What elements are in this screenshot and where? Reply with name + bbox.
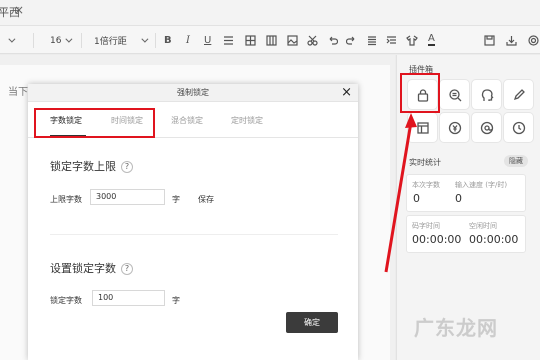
font-color-icon[interactable]: A: [428, 26, 435, 54]
word-stats-card: 本次字数 0 输入速度 (字/时) 0: [406, 174, 526, 212]
limit-words-label: 上限字数: [50, 195, 82, 204]
undo-icon[interactable]: [327, 26, 338, 54]
shirt-icon[interactable]: [406, 26, 418, 54]
head-icon[interactable]: [471, 79, 502, 110]
speed-value: 0: [455, 192, 462, 205]
word-limit-title: 锁定字数上限: [50, 160, 116, 173]
chevron-down-icon: [8, 35, 16, 43]
divider: [50, 234, 338, 235]
app-window: × 平西 16 1倍行距 B I U A 当下软件园 强制锁定 ×: [0, 0, 540, 360]
set-lock-title: 设置锁定字数: [50, 262, 116, 275]
table-icon[interactable]: [245, 26, 256, 54]
dialog-title: 强制锁定: [177, 88, 209, 97]
limit-words-unit: 字: [172, 195, 180, 204]
help-icon[interactable]: ?: [121, 161, 133, 173]
export-icon[interactable]: [506, 26, 517, 54]
redo-icon[interactable]: [346, 26, 357, 54]
speed-label: 输入速度 (字/时): [455, 181, 508, 189]
save-icon[interactable]: [484, 26, 495, 54]
indent-icon[interactable]: [386, 26, 397, 54]
idle-time-value: 00:00:00: [469, 233, 519, 246]
underline-icon[interactable]: U: [204, 26, 211, 54]
this-words-value: 0: [413, 192, 420, 205]
help-icon[interactable]: ?: [121, 263, 133, 275]
hide-button[interactable]: 隐藏: [504, 155, 528, 167]
dialog-header: 强制锁定 ×: [28, 84, 358, 102]
limit-words-input[interactable]: 3000: [90, 189, 165, 205]
lock-highlight: [400, 73, 440, 113]
font-size-value: 16: [50, 35, 62, 46]
settings-icon[interactable]: [528, 26, 539, 54]
tab-mixed-lock[interactable]: 混合锁定: [171, 115, 203, 126]
line-spacing-select[interactable]: 1倍行距: [90, 33, 156, 48]
time-stats-card: 码字时间 00:00:00 空闲时间 00:00:00: [406, 215, 526, 253]
document-tab[interactable]: 平西: [0, 4, 20, 20]
at-icon[interactable]: [471, 112, 502, 143]
set-lock-heading: 设置锁定字数?: [50, 260, 133, 276]
code-time-value: 00:00:00: [412, 233, 462, 246]
close-icon[interactable]: ×: [341, 85, 352, 100]
word-limit-heading: 锁定字数上限?: [50, 158, 133, 174]
list-icon[interactable]: [366, 26, 377, 54]
grid-icon[interactable]: [266, 26, 277, 54]
table-tool-icon[interactable]: [407, 112, 438, 143]
font-size-select[interactable]: 16: [42, 33, 82, 48]
lock-words-unit: 字: [172, 296, 180, 305]
format-toolbar: 16 1倍行距 B I U A: [0, 26, 540, 54]
lock-words-label: 锁定字数: [50, 296, 82, 305]
bold-icon[interactable]: B: [164, 26, 172, 54]
line-spacing-value: 1倍行距: [94, 37, 127, 47]
search-doc-icon[interactable]: [439, 79, 470, 110]
confirm-button[interactable]: 确定: [286, 312, 338, 333]
tab-timed-lock[interactable]: 定时锁定: [231, 115, 263, 126]
chevron-down-icon: [65, 35, 73, 43]
tabs-highlight: [34, 108, 155, 138]
save-link[interactable]: 保存: [198, 194, 214, 205]
align-icon[interactable]: [223, 26, 234, 54]
stats-title: 实时统计: [409, 158, 441, 167]
image-icon[interactable]: [287, 26, 298, 54]
lock-words-input[interactable]: 100: [92, 290, 165, 306]
pen-icon[interactable]: [503, 79, 534, 110]
title-bar: × 平西: [0, 0, 540, 26]
this-words-label: 本次字数: [412, 181, 440, 189]
code-time-label: 码字时间: [412, 222, 440, 230]
chevron-down-icon: [141, 35, 149, 43]
cut-icon[interactable]: [307, 26, 318, 54]
italic-icon[interactable]: I: [186, 26, 190, 54]
clock-icon[interactable]: [503, 112, 534, 143]
yen-icon[interactable]: [439, 112, 470, 143]
font-family-select[interactable]: [0, 33, 34, 48]
watermark-text: 广东龙网: [414, 316, 498, 340]
idle-time-label: 空闲时间: [469, 222, 497, 230]
